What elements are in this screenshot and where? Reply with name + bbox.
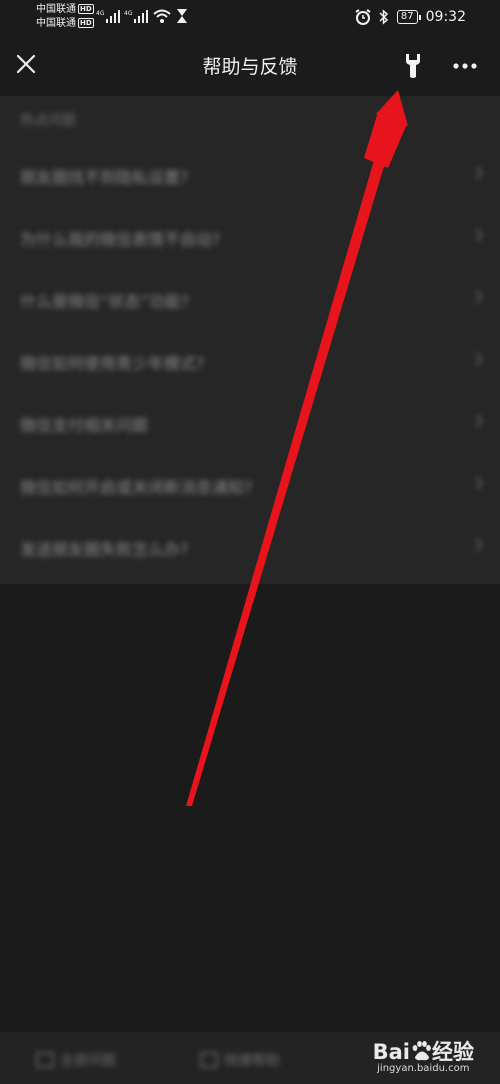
paw-icon [412, 1041, 431, 1061]
faq-item[interactable]: 微信如何使用青少年模式? [0, 330, 500, 392]
faq-item[interactable]: 什么是微信“状态”功能? [0, 268, 500, 330]
help-icon [200, 1052, 218, 1068]
tab-quick-help-label: 快捷帮助 [224, 1053, 280, 1069]
chevron-right-icon [475, 538, 484, 552]
chevron-right-icon [475, 228, 484, 242]
more-icon[interactable] [452, 56, 478, 76]
hd-badge-2: HD [78, 18, 94, 28]
status-bar: 中国联通 HD 中国联通 HD 4G 4G 87 09:32 [0, 0, 500, 34]
signal-icon: 4G [96, 10, 120, 23]
watermark-logo-left: Bai [372, 1040, 410, 1064]
faq-item-label: 什么是微信“状态”功能? [20, 292, 190, 311]
network-type-2: 4G [124, 10, 133, 17]
faq-item[interactable]: 发送朋友圈失败怎么办? [0, 516, 500, 578]
faq-item-label: 微信支付相关问题 [20, 416, 149, 435]
faq-item[interactable]: 微信支付相关问题 [0, 392, 500, 454]
faq-item-label: 朋友圈找不到隐私设置? [20, 168, 189, 187]
carrier-2: 中国联通 [36, 18, 76, 29]
tab-all-questions-label: 全部问题 [60, 1053, 116, 1069]
wifi-icon [153, 9, 171, 23]
faq-item[interactable]: 为什么我的微信表情不自动? [0, 206, 500, 268]
tab-all-questions[interactable]: 全部问题 [36, 1050, 116, 1070]
network-type-1: 4G [96, 10, 105, 17]
chevron-right-icon [475, 414, 484, 428]
watermark-url: jingyan.baidu.com [377, 1063, 470, 1074]
chevron-right-icon [475, 290, 484, 304]
status-time: 09:32 [425, 9, 466, 25]
chevron-right-icon [475, 166, 484, 180]
faq-item[interactable]: 朋友圈找不到隐私设置? [0, 144, 500, 206]
hd-badge-1: HD [78, 4, 94, 14]
chevron-right-icon [475, 476, 484, 490]
battery-indicator: 87 [396, 10, 421, 24]
faq-item-label: 微信如何使用青少年模式? [20, 354, 205, 373]
status-right: 87 09:32 [355, 7, 466, 27]
tab-quick-help[interactable]: 快捷帮助 [200, 1050, 280, 1070]
list-icon [36, 1052, 54, 1068]
carrier-info: 中国联通 HD 中国联通 HD [36, 3, 94, 31]
faq-item-label: 为什么我的微信表情不自动? [20, 230, 221, 249]
faq-item-label: 发送朋友圈失败怎么办? [20, 540, 189, 559]
section-title: 热点问题 [20, 113, 76, 129]
faq-card: 热点问题 朋友圈找不到隐私设置? 为什么我的微信表情不自动? 什么是微信“状态”… [0, 96, 500, 584]
faq-item-label: 微信如何开启或关闭新消息通知? [20, 478, 253, 497]
chevron-right-icon [475, 352, 484, 366]
carrier-1: 中国联通 [36, 4, 76, 15]
wrench-icon[interactable] [400, 52, 426, 80]
alarm-icon [355, 9, 371, 25]
baidu-watermark: Bai 经验 jingyan.baidu.com [373, 1036, 474, 1074]
nav-header: 帮助与反馈 [0, 34, 500, 96]
faq-item[interactable]: 微信如何开启或关闭新消息通知? [0, 454, 500, 516]
signal-icon-2: 4G [124, 10, 148, 23]
watermark-logo: Bai 经验 [373, 1036, 474, 1066]
watermark-logo-right: 经验 [432, 1040, 474, 1064]
hourglass-icon [177, 9, 187, 23]
bluetooth-icon [379, 9, 389, 25]
